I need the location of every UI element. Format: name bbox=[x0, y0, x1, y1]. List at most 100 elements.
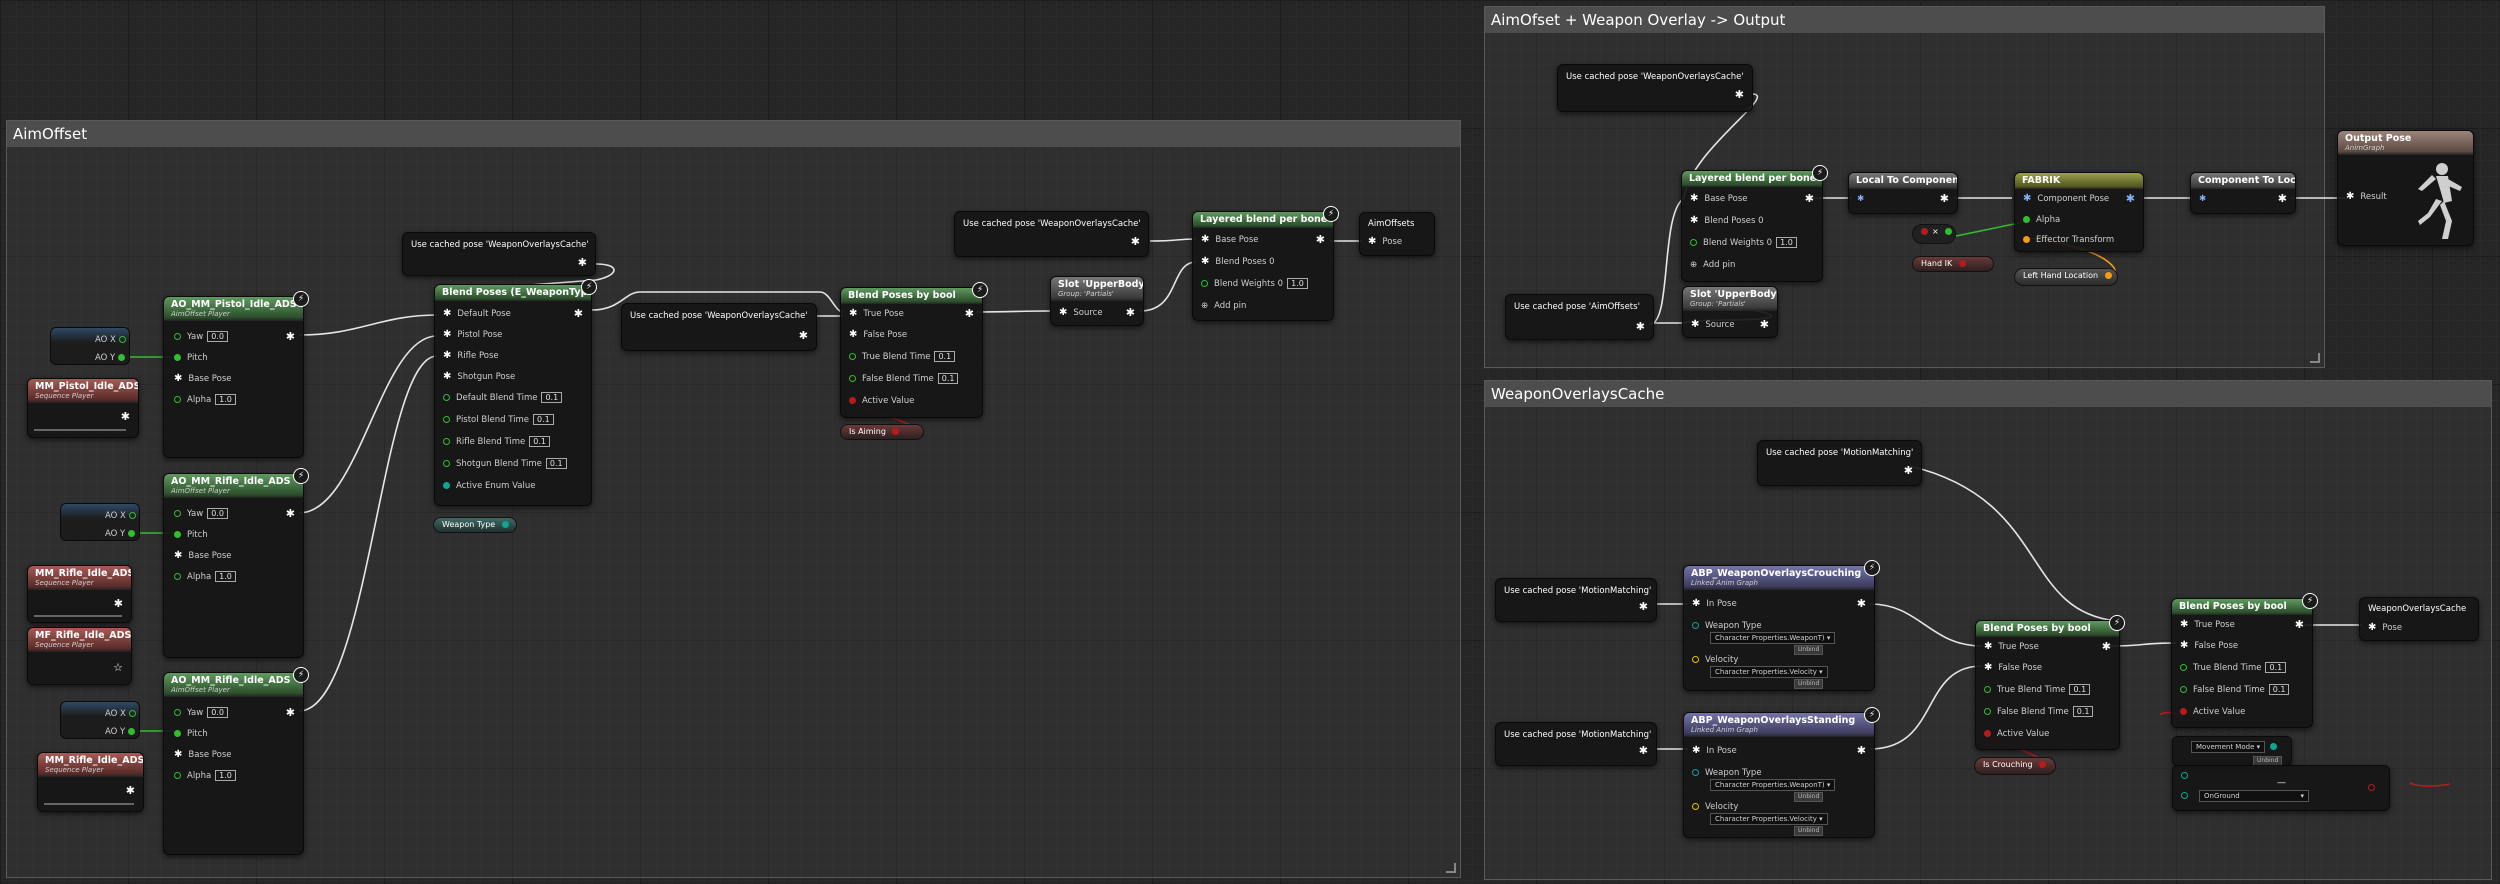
add-pin-button[interactable]: ⊕ Add pin bbox=[1201, 300, 1246, 312]
velocity-pin[interactable]: Velocity bbox=[1692, 801, 1738, 813]
pose-output-pin[interactable]: ✱ bbox=[1857, 598, 1866, 610]
pistol-pose-pin[interactable]: ✱ Pistol Pose bbox=[443, 329, 502, 341]
unbind-button[interactable]: Unbind bbox=[1794, 677, 1824, 689]
unbind-button[interactable]: Unbind bbox=[1794, 643, 1824, 655]
alpha-pin[interactable]: Alpha 1.0 bbox=[174, 394, 236, 406]
pistol-blend-time-pin[interactable]: Pistol Blend Time 0.1 bbox=[443, 414, 554, 426]
false-pose-pin[interactable]: ✱ False Pose bbox=[849, 329, 907, 341]
pose-output-pin[interactable]: ✱ bbox=[286, 707, 295, 719]
yaw-pin[interactable]: Yaw 0.0 bbox=[174, 331, 228, 343]
unbind-button[interactable]: Unbind bbox=[1794, 824, 1824, 836]
timeline-slider[interactable] bbox=[44, 803, 134, 805]
pose-input-pin[interactable]: ✱ bbox=[2199, 193, 2206, 205]
pose-output-pin[interactable]: ✱ bbox=[965, 308, 974, 320]
ao-x-pin[interactable]: AO X bbox=[95, 334, 132, 346]
pose-input-pin[interactable]: ✱ bbox=[1857, 193, 1864, 205]
left-hand-location-getter[interactable]: Left Hand Location bbox=[2014, 268, 2118, 286]
true-pose-pin[interactable]: ✱ True Pose bbox=[1984, 641, 2039, 653]
false-blend-time-pin[interactable]: False Blend Time 0.1 bbox=[849, 373, 959, 385]
active-value-pin[interactable]: Active Value bbox=[849, 395, 914, 407]
default-blend-time-pin[interactable]: Default Blend Time 0.1 bbox=[443, 392, 563, 404]
cached-pose-node[interactable]: Use cached pose 'AimOffsets' ✱ bbox=[1505, 294, 1654, 340]
in-pose-pin[interactable]: ✱ In Pose bbox=[1692, 745, 1737, 757]
base-pose-pin[interactable]: ✱ Base Pose bbox=[174, 373, 231, 385]
active-value-pin[interactable]: Active Value bbox=[2180, 706, 2245, 718]
velocity-pin[interactable]: Velocity bbox=[1692, 654, 1738, 666]
weapon-type-getter[interactable]: Weapon Type bbox=[433, 517, 517, 533]
layered-blend-per-bone-node[interactable]: Layered blend per bone ⚡ ✱ Base Pose ✱ Ble… bbox=[1192, 206, 1339, 321]
pose-output-pin[interactable]: ✱ bbox=[1639, 745, 1648, 757]
component-to-local-node[interactable]: Component To Local ✱ ✱ bbox=[2190, 172, 2296, 214]
hand-ik-getter[interactable]: Hand IK bbox=[1912, 256, 1994, 272]
pose-output-pin[interactable]: ✱ bbox=[1131, 236, 1140, 248]
pose-input-pin[interactable]: ✱ Pose bbox=[1368, 236, 1402, 248]
multiply-node[interactable]: × bbox=[1912, 224, 1956, 244]
pose-output-pin[interactable]: ✱ bbox=[1636, 321, 1645, 333]
pose-output-pin[interactable]: ✱ bbox=[1904, 465, 1913, 477]
cached-pose-node[interactable]: Use cached pose 'MotionMatching' ✱ bbox=[1757, 440, 1922, 486]
pose-output-pin[interactable]: ✱ bbox=[286, 508, 295, 520]
movement-mode-getter[interactable]: Movement Mode ▾ Unbind bbox=[2172, 736, 2292, 766]
add-pin-button[interactable]: ⊕ Add pin bbox=[1690, 259, 1735, 271]
timeline-slider[interactable] bbox=[34, 615, 122, 617]
blend-poses-by-bool-node[interactable]: Blend Poses by bool ⚡ ✱ True Pose ✱ False … bbox=[2171, 593, 2318, 728]
alpha-pin[interactable]: Alpha bbox=[2023, 214, 2060, 226]
equal-enum-node[interactable]: — OnGround ▾ bbox=[2172, 765, 2390, 811]
pose-output-pin[interactable]: ✱ bbox=[799, 330, 808, 342]
is-aiming-getter[interactable]: Is Aiming bbox=[840, 424, 924, 440]
aimoffset-player-node[interactable]: AO_MM_Pistol_Idle_ADS AimOffset Player ⚡ … bbox=[163, 291, 309, 458]
base-pose-pin[interactable]: ✱ Base Pose bbox=[1690, 193, 1747, 205]
pose-output-pin[interactable]: ✱ bbox=[126, 785, 135, 797]
alpha-pin[interactable]: Alpha 1.0 bbox=[174, 770, 236, 782]
blend-poses-by-bool-node[interactable]: Blend Poses by bool ⚡ ✱ True Pose ✱ False … bbox=[840, 282, 988, 418]
rifle-pose-pin[interactable]: ✱ Rifle Pose bbox=[443, 350, 499, 362]
false-blend-time-pin[interactable]: False Blend Time 0.1 bbox=[2180, 684, 2290, 696]
ao-y-pin[interactable]: AO Y bbox=[105, 726, 141, 738]
blend-poses-by-bool-node[interactable]: Blend Poses by bool ⚡ ✱ True Pose ✱ False … bbox=[1975, 615, 2125, 750]
yaw-pin[interactable]: Yaw 0.0 bbox=[174, 707, 228, 719]
ao-y-pin[interactable]: AO Y bbox=[95, 352, 131, 364]
ao-vars-2[interactable]: AO X AO Y bbox=[60, 503, 140, 541]
cached-pose-node[interactable]: Use cached pose 'WeaponOverlaysCache' ✱ bbox=[402, 232, 596, 276]
rifle-blend-time-pin[interactable]: Rifle Blend Time 0.1 bbox=[443, 436, 550, 448]
pose-output-pin[interactable]: ✱ bbox=[1639, 601, 1648, 613]
cached-pose-node[interactable]: Use cached pose 'MotionMatching' ✱ bbox=[1495, 722, 1657, 766]
cached-pose-node[interactable]: Use cached pose 'WeaponOverlaysCache' ✱ bbox=[1557, 64, 1753, 112]
pose-output-pin[interactable]: ✱ bbox=[2102, 641, 2111, 653]
sequence-player-node[interactable]: MM_Rifle_Idle_ADS Sequence Player ✱ bbox=[37, 752, 144, 812]
pose-input-pin[interactable]: ✱ Pose bbox=[2368, 622, 2402, 634]
pose-output-pin[interactable]: ✱ bbox=[121, 411, 130, 423]
unbind-button[interactable]: Unbind bbox=[1794, 790, 1824, 802]
linked-anim-graph-node[interactable]: ABP_WeaponOverlaysCrouching Linked Anim G… bbox=[1683, 560, 1880, 691]
false-pose-pin[interactable]: ✱ False Pose bbox=[2180, 640, 2238, 652]
cached-pose-node[interactable]: Use cached pose 'MotionMatching' ✱ bbox=[1495, 578, 1657, 622]
pitch-pin[interactable]: Pitch bbox=[174, 529, 208, 541]
sequence-player-node[interactable]: MF_Rifle_Idle_ADS Sequence Player ☆ bbox=[27, 627, 132, 685]
pose-output-pin[interactable]: ✱ bbox=[2126, 193, 2135, 205]
fabrik-node[interactable]: FABRIK ✱ Component Pose Alpha Effector Tr… bbox=[2014, 172, 2144, 252]
base-pose-pin[interactable]: ✱ Base Pose bbox=[1201, 234, 1258, 246]
on-ground-select[interactable]: OnGround ▾ bbox=[2199, 790, 2309, 802]
weapon-type-pin[interactable]: Weapon Type bbox=[1692, 620, 1762, 632]
in-pose-pin[interactable]: ✱ In Pose bbox=[1692, 598, 1737, 610]
ao-y-pin[interactable]: AO Y bbox=[105, 528, 141, 540]
blend-weights-0-pin[interactable]: Blend Weights 0 1.0 bbox=[1201, 278, 1308, 290]
pose-output-pin[interactable]: ✱ bbox=[114, 598, 123, 610]
aimoffset-player-node[interactable]: AO_MM_Rifle_Idle_ADS AimOffset Player ⚡ Y… bbox=[163, 667, 309, 855]
pose-output-pin[interactable]: ✱ bbox=[2278, 193, 2287, 205]
blend-poses-enum-node[interactable]: Blend Poses (E_WeaponType) ⚡ ✱ Default Po… bbox=[434, 279, 597, 506]
source-pin[interactable]: ✱ Source bbox=[1059, 307, 1103, 319]
ao-x-pin[interactable]: AO X bbox=[105, 708, 142, 720]
true-blend-time-pin[interactable]: True Blend Time 0.1 bbox=[849, 351, 956, 363]
yaw-pin[interactable]: Yaw 0.0 bbox=[174, 508, 228, 520]
pose-output-pin[interactable]: ✱ bbox=[1760, 319, 1769, 331]
true-pose-pin[interactable]: ✱ True Pose bbox=[849, 308, 904, 320]
layered-blend-per-bone-node[interactable]: Layered blend per bone ⚡ ✱ Base Pose ✱ Ble… bbox=[1681, 165, 1828, 282]
result-pin[interactable]: ✱ Result bbox=[2346, 191, 2387, 203]
false-blend-time-pin[interactable]: False Blend Time 0.1 bbox=[1984, 706, 2094, 718]
slot-node[interactable]: Slot 'UpperBody' Group: 'Partials' ✱ Sourc… bbox=[1050, 276, 1144, 326]
aimoffset-player-node[interactable]: AO_MM_Rifle_Idle_ADS AimOffset Player ⚡ Y… bbox=[163, 468, 309, 658]
pose-output-pin[interactable]: ✱ bbox=[578, 257, 587, 269]
pitch-pin[interactable]: Pitch bbox=[174, 728, 208, 740]
pose-output-pin[interactable]: ✱ bbox=[1940, 193, 1949, 205]
